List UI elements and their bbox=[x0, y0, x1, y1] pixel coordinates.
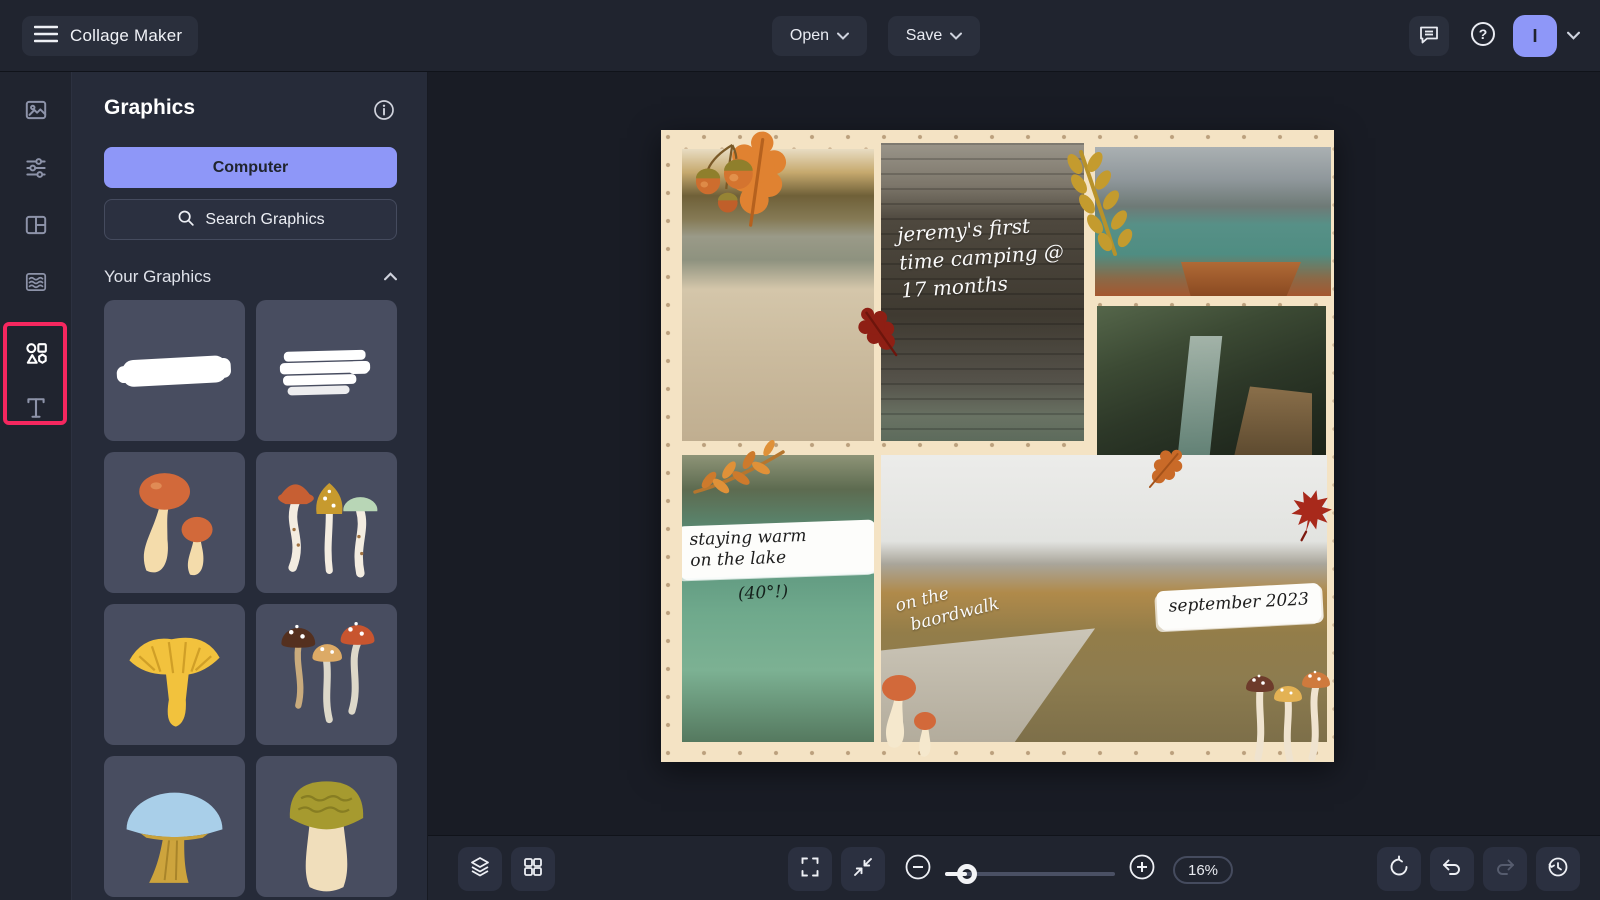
computer-upload-button[interactable]: Computer bbox=[104, 147, 397, 188]
rail-item-image-manager[interactable] bbox=[0, 86, 72, 138]
caption-cabin[interactable]: jeremy's first time camping @ 17 months bbox=[896, 209, 1066, 304]
grid-icon bbox=[521, 855, 545, 884]
text-icon bbox=[22, 394, 50, 427]
collage-document[interactable]: jeremy's first time camping @ 17 months … bbox=[661, 130, 1336, 764]
redo-icon bbox=[1493, 855, 1517, 884]
photo-holding-baby-by-lake[interactable]: staying warm on the lake (40°!) bbox=[682, 455, 874, 742]
graphics-panel: Graphics Computer Search Graphics Your G… bbox=[72, 72, 428, 900]
expand-icon bbox=[798, 855, 822, 884]
your-graphics-label: Your Graphics bbox=[104, 267, 212, 286]
photo-log-cabin[interactable]: jeremy's first time camping @ 17 months bbox=[881, 143, 1084, 441]
redo-button[interactable] bbox=[1483, 847, 1527, 891]
shapes-icon bbox=[22, 340, 50, 373]
graphic-tile-porcini-mushroom[interactable] bbox=[256, 756, 397, 897]
bottom-toolbar: 16% bbox=[428, 835, 1600, 900]
undo-icon bbox=[1440, 855, 1464, 884]
info-icon bbox=[372, 100, 396, 126]
rail-item-layouts[interactable] bbox=[0, 201, 72, 253]
graphic-tile-brush-stroke-textured[interactable] bbox=[256, 300, 397, 441]
help-icon: ? bbox=[1468, 19, 1498, 54]
computer-button-label: Computer bbox=[212, 158, 289, 176]
brush-stroke-label[interactable]: staying warm on the lake bbox=[682, 519, 874, 579]
grid-layout-button[interactable] bbox=[511, 847, 555, 891]
minus-circle-icon bbox=[905, 854, 931, 885]
reset-button[interactable] bbox=[1377, 847, 1421, 891]
panel-title: Graphics bbox=[104, 96, 196, 119]
gold-leaf-branch-sticker[interactable] bbox=[1061, 146, 1149, 260]
zoom-value: 16% bbox=[1187, 861, 1219, 879]
app-title: Collage Maker bbox=[70, 26, 183, 45]
tool-rail bbox=[0, 72, 72, 900]
help-button[interactable]: ? bbox=[1463, 16, 1503, 56]
tall-mushroom-trio-sticker[interactable] bbox=[1236, 666, 1336, 764]
rail-item-patterns[interactable] bbox=[0, 258, 72, 310]
collage-maker-app: Collage Maker Open Save ? I Graphics Com… bbox=[0, 0, 1600, 900]
hamburger-icon bbox=[33, 25, 59, 48]
history-icon bbox=[1546, 855, 1570, 884]
caption-lake-temp[interactable]: (40°!) bbox=[738, 582, 789, 605]
boat-shape bbox=[1181, 262, 1301, 296]
chevron-down-icon bbox=[950, 27, 963, 45]
main-menu-button[interactable]: Collage Maker bbox=[22, 16, 199, 56]
rail-item-edit[interactable] bbox=[0, 144, 72, 196]
svg-text:?: ? bbox=[1479, 26, 1488, 42]
rail-item-graphics[interactable] bbox=[0, 330, 72, 382]
graphic-tile-spotted-mushroom-cluster[interactable] bbox=[256, 604, 397, 745]
photo-gorge-boardwalk[interactable] bbox=[1097, 306, 1326, 455]
graphic-tile-skinny-mushroom-trio[interactable] bbox=[256, 452, 397, 593]
avatar[interactable]: I bbox=[1513, 15, 1557, 57]
zoom-slider-knob[interactable] bbox=[957, 864, 977, 884]
collapse-icon bbox=[851, 855, 875, 884]
actual-size-button[interactable] bbox=[841, 847, 885, 891]
top-bar: Collage Maker Open Save ? I bbox=[0, 0, 1600, 72]
search-graphics-button[interactable]: Search Graphics bbox=[104, 199, 397, 240]
feedback-button[interactable] bbox=[1409, 16, 1449, 56]
layers-icon bbox=[468, 855, 492, 884]
chevron-down-icon bbox=[837, 27, 850, 45]
mushroom-pair-sticker[interactable] bbox=[871, 670, 941, 762]
zoom-out-button[interactable] bbox=[905, 854, 931, 885]
acorn-cluster-sticker[interactable] bbox=[685, 142, 769, 214]
pattern-icon bbox=[23, 269, 49, 300]
open-button-label: Open bbox=[789, 27, 830, 44]
chat-icon bbox=[1417, 22, 1441, 51]
history-button[interactable] bbox=[1536, 847, 1580, 891]
chevron-down-icon bbox=[1566, 27, 1580, 45]
waterfall-shape bbox=[1177, 335, 1223, 455]
chevron-up-icon bbox=[384, 268, 397, 286]
caption-lake: staying warm on the lake bbox=[689, 525, 807, 572]
search-icon bbox=[176, 208, 195, 232]
sliders-icon bbox=[23, 155, 49, 186]
graphic-tile-yellow-chanterelle[interactable] bbox=[104, 604, 245, 745]
avatar-initial: I bbox=[1532, 25, 1538, 46]
stairs-shape bbox=[1234, 386, 1313, 455]
refresh-icon bbox=[1387, 855, 1411, 884]
account-menu-chevron[interactable] bbox=[1563, 28, 1583, 44]
zoom-slider[interactable] bbox=[945, 864, 1115, 884]
layout-icon bbox=[23, 212, 49, 243]
search-graphics-label: Search Graphics bbox=[205, 210, 325, 228]
zoom-value-input[interactable]: 16% bbox=[1173, 856, 1233, 884]
rail-item-text[interactable] bbox=[0, 384, 72, 436]
save-button-label: Save bbox=[905, 27, 943, 44]
caption-boardwalk[interactable]: on the baordwalk bbox=[893, 571, 1001, 638]
save-button[interactable]: Save bbox=[888, 16, 980, 56]
image-icon bbox=[23, 97, 49, 128]
brush-stroke-date[interactable]: september 2023 bbox=[1156, 582, 1322, 630]
graphic-tile-brush-stroke[interactable] bbox=[104, 300, 245, 441]
canvas-area: jeremy's first time camping @ 17 months … bbox=[428, 72, 1600, 835]
plus-circle-icon bbox=[1129, 854, 1155, 885]
graphic-tile-blue-cap-mushroom[interactable] bbox=[104, 756, 245, 897]
undo-button[interactable] bbox=[1430, 847, 1474, 891]
zoom-in-button[interactable] bbox=[1129, 854, 1155, 885]
caption-date: september 2023 bbox=[1168, 589, 1310, 617]
info-button[interactable] bbox=[372, 98, 396, 122]
your-graphics-toggle[interactable]: Your Graphics bbox=[104, 265, 397, 289]
layers-button[interactable] bbox=[458, 847, 502, 891]
graphic-tile-orange-mushroom-pair[interactable] bbox=[104, 452, 245, 593]
open-button[interactable]: Open bbox=[772, 16, 867, 56]
orange-rowan-branch-sticker[interactable] bbox=[691, 439, 787, 498]
fit-to-screen-button[interactable] bbox=[788, 847, 832, 891]
